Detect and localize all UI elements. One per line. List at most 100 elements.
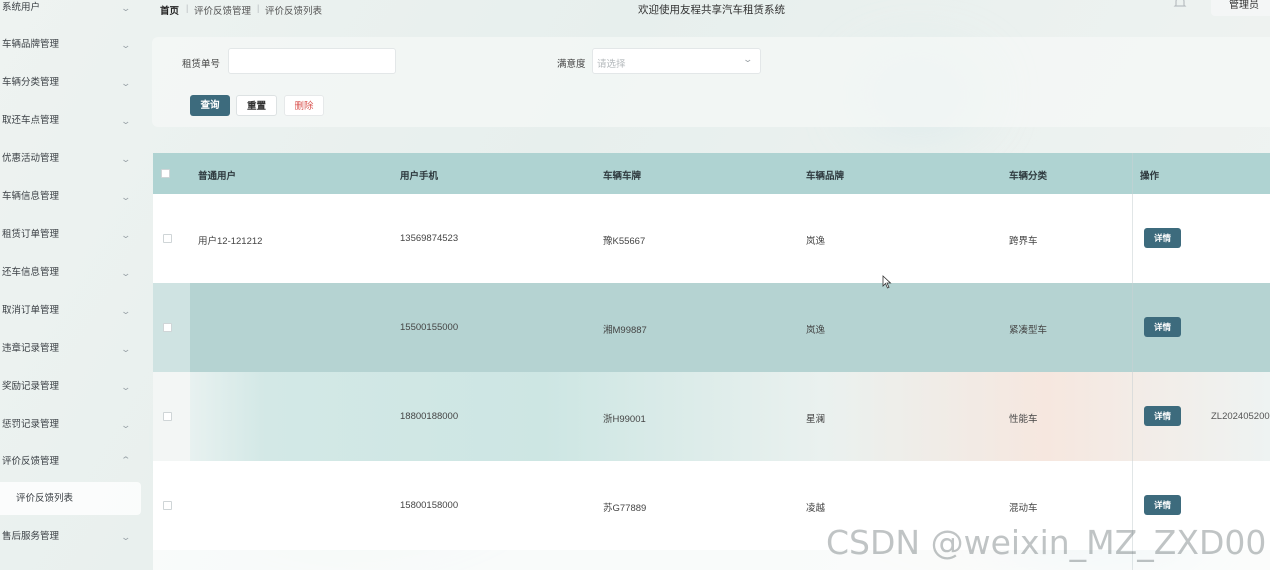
sidebar-item-label: 售后服务管理: [2, 531, 60, 542]
chevron-down-icon: ⌄: [120, 3, 132, 13]
column-header: 操作: [1140, 171, 1160, 182]
row-checkbox[interactable]: [163, 412, 172, 421]
sidebar-item-label: 车辆信息管理: [2, 191, 60, 202]
sidebar-item-label: 评价反馈管理: [2, 456, 60, 467]
table-row[interactable]: 用户12-121212 13569874523 豫K55667 岚逸 跨界车 详…: [153, 194, 1270, 283]
chevron-down-icon: ⌄: [120, 344, 132, 354]
feedback-table: 普通用户 用户手机 车辆车牌 车辆品牌 车辆分类 操作 用户12-121212 …: [153, 153, 1270, 570]
cell-category: 紧凑型车: [1009, 325, 1048, 336]
bell-icon[interactable]: [1173, 0, 1187, 10]
order-number-input[interactable]: [228, 48, 396, 74]
chevron-down-icon: ⌄: [120, 116, 132, 126]
sidebar-item-label: 还车信息管理: [2, 267, 60, 278]
cell-phone: 13569874523: [400, 233, 459, 244]
satisfaction-placeholder: 请选择: [597, 59, 626, 70]
sidebar-item-promotions[interactable]: 优惠活动管理 ⌄: [0, 140, 142, 178]
sidebar-item-label: 车辆品牌管理: [2, 39, 60, 50]
sidebar-item-vehicle-info[interactable]: 车辆信息管理 ⌄: [0, 178, 142, 216]
chevron-down-icon: ⌄: [120, 40, 132, 50]
sidebar-item-rewards[interactable]: 奖励记录管理 ⌄: [0, 368, 142, 406]
sidebar-item-system-users[interactable]: 系统用户 ⌄: [0, 0, 142, 27]
cell-phone: 15800158000: [400, 500, 459, 511]
table-row[interactable]: 15500155000 湘M99887 岚逸 紧凑型车 详情: [153, 283, 1270, 372]
cell-order-number: ZL202405200: [1211, 411, 1270, 422]
table-row[interactable]: 18800188000 浙H99001 星澜 性能车 详情 ZL20240520…: [153, 372, 1270, 461]
chevron-down-icon: ⌄: [742, 54, 754, 64]
column-header: 用户手机: [400, 171, 439, 182]
cell-brand: 岚逸: [806, 325, 826, 336]
sidebar-item-return-info[interactable]: 还车信息管理 ⌄: [0, 254, 142, 292]
sidebar-subitem-feedback-list[interactable]: 评价反馈列表: [0, 482, 141, 515]
sidebar-item-cancelled-orders[interactable]: 取消订单管理 ⌄: [0, 292, 142, 330]
admin-user-menu[interactable]: 管理员: [1211, 0, 1270, 16]
chevron-down-icon: ⌄: [120, 420, 132, 430]
chevron-down-icon: ⌄: [120, 78, 132, 88]
chevron-down-icon: ⌄: [120, 306, 132, 316]
chevron-down-icon: ⌄: [120, 268, 132, 278]
detail-button[interactable]: 详情: [1144, 406, 1181, 426]
detail-button[interactable]: 详情: [1144, 495, 1181, 515]
chevron-down-icon: ⌄: [120, 230, 132, 240]
column-header: 车辆分类: [1009, 171, 1048, 182]
chevron-up-icon: ⌃: [120, 455, 132, 465]
chevron-down-icon: ⌄: [120, 382, 132, 392]
breadcrumb-level1[interactable]: 评价反馈管理: [194, 3, 251, 17]
sidebar-item-label: 奖励记录管理: [2, 381, 60, 392]
cell-brand: 凌越: [806, 503, 826, 514]
cell-category: 跨界车: [1009, 236, 1038, 247]
column-divider: [1132, 153, 1133, 570]
chevron-down-icon: ⌄: [120, 532, 132, 542]
column-header: 普通用户: [198, 171, 237, 182]
mouse-cursor-icon: [882, 275, 892, 289]
query-button[interactable]: 查询: [190, 95, 230, 116]
watermark: CSDN @weixin_MZ_ZXD001: [826, 523, 1270, 562]
sidebar-item-feedback[interactable]: 评价反馈管理 ⌃: [0, 443, 142, 481]
detail-button[interactable]: 详情: [1144, 317, 1181, 337]
sidebar-item-after-sales[interactable]: 售后服务管理 ⌄: [0, 518, 142, 556]
sidebar-item-label: 车辆分类管理: [2, 77, 60, 88]
reset-button[interactable]: 重置: [236, 95, 277, 116]
sidebar-item-label: 违章记录管理: [2, 343, 60, 354]
sidebar-item-penalties[interactable]: 惩罚记录管理 ⌄: [0, 406, 142, 444]
breadcrumb-level2: 评价反馈列表: [265, 6, 323, 17]
cell-brand: 星澜: [806, 414, 826, 425]
sidebar-item-label: 优惠活动管理: [2, 153, 60, 164]
breadcrumb-separator: |: [257, 3, 260, 13]
cell-phone: 18800188000: [400, 411, 459, 422]
sidebar-menu: 系统用户 ⌄ 车辆品牌管理 ⌄ 车辆分类管理 ⌄ 取还车点管理 ⌄ 优惠活动管理…: [0, 0, 142, 570]
sidebar-item-rental-orders[interactable]: 租赁订单管理 ⌄: [0, 216, 142, 254]
cell-user: 用户12-121212: [198, 236, 263, 247]
satisfaction-select[interactable]: 请选择 ⌄: [592, 48, 761, 74]
satisfaction-label: 满意度: [557, 59, 586, 70]
detail-button[interactable]: 详情: [1144, 228, 1181, 248]
system-title: 欢迎使用友程共享汽车租赁系统: [638, 4, 785, 16]
sidebar-subitem-label: 评价反馈列表: [16, 493, 74, 504]
breadcrumb-separator: |: [186, 3, 189, 13]
cell-category: 性能车: [1009, 414, 1038, 425]
chevron-down-icon: ⌄: [120, 192, 132, 202]
column-header: 车辆车牌: [603, 171, 642, 182]
breadcrumb-home[interactable]: 首页: [160, 3, 179, 17]
cell-phone: 15500155000: [400, 322, 459, 333]
sidebar-item-vehicle-category[interactable]: 车辆分类管理 ⌄: [0, 64, 142, 102]
cell-plate: 豫K55667: [603, 236, 646, 247]
cell-plate: 浙H99001: [603, 414, 646, 425]
sidebar-item-vehicle-brand[interactable]: 车辆品牌管理 ⌄: [0, 26, 142, 64]
order-number-label: 租赁单号: [182, 59, 221, 70]
cell-plate: 湘M99887: [603, 325, 647, 336]
delete-button[interactable]: 删除: [284, 95, 324, 116]
column-header: 车辆品牌: [806, 171, 845, 182]
sidebar-item-label: 惩罚记录管理: [2, 419, 60, 430]
sidebar-item-label: 租赁订单管理: [2, 229, 60, 240]
row-checkbox[interactable]: [163, 323, 172, 332]
cell-plate: 苏G77889: [603, 503, 647, 514]
sidebar-item-violations[interactable]: 违章记录管理 ⌄: [0, 330, 142, 368]
row-checkbox[interactable]: [163, 501, 172, 510]
row-checkbox[interactable]: [163, 234, 172, 243]
select-all-checkbox[interactable]: [161, 169, 170, 178]
cell-brand: 岚逸: [806, 236, 826, 247]
sidebar-item-pickup-points[interactable]: 取还车点管理 ⌄: [0, 102, 142, 140]
chevron-down-icon: ⌄: [120, 154, 132, 164]
sidebar-item-label: 系统用户: [2, 2, 41, 13]
table-header: 普通用户 用户手机 车辆车牌 车辆品牌 车辆分类 操作: [153, 153, 1270, 194]
